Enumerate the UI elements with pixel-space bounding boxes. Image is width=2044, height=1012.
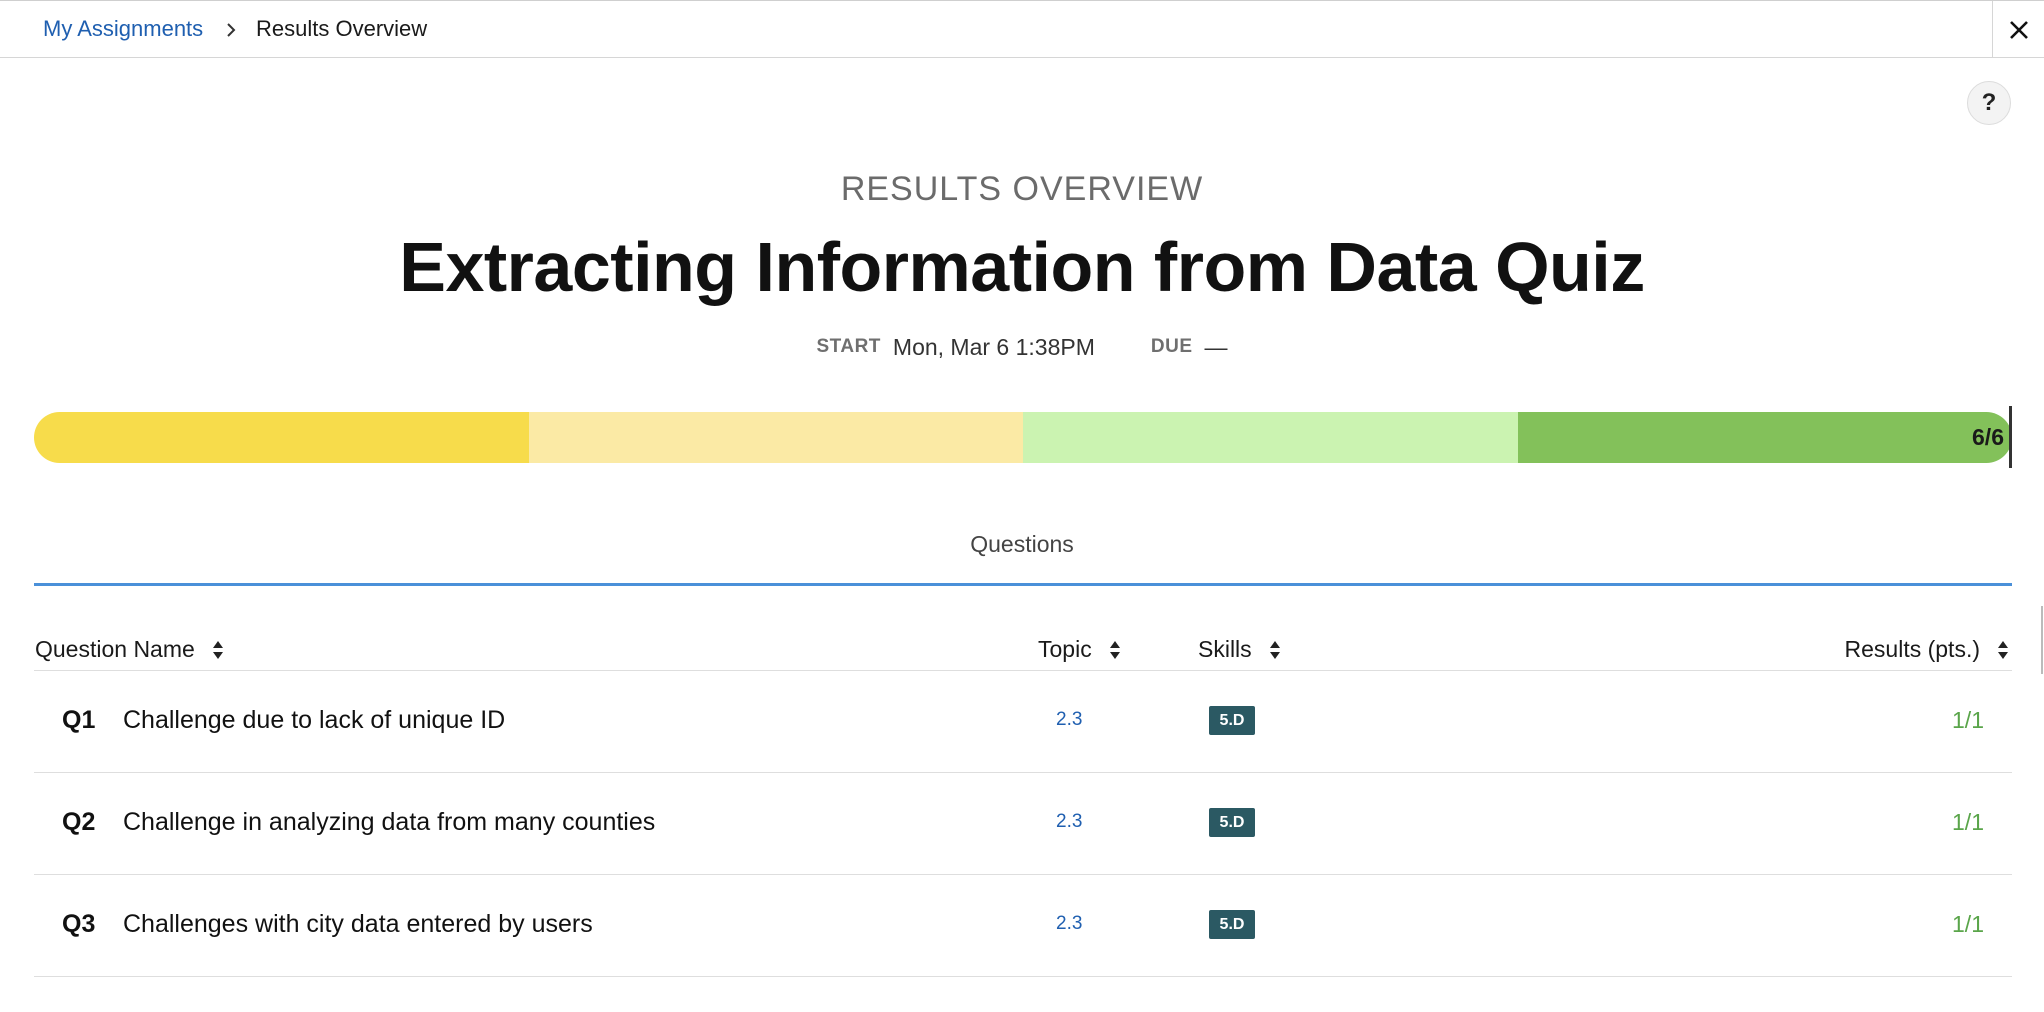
top-bar: My Assignments Results Overview bbox=[0, 0, 2044, 58]
column-label: Question Name bbox=[35, 636, 195, 662]
column-label: Topic bbox=[1038, 636, 1092, 662]
column-label: Results (pts.) bbox=[1844, 636, 1980, 662]
question-result: 1/1 bbox=[1952, 809, 1984, 835]
topic-link[interactable]: 2.3 bbox=[1056, 709, 1082, 731]
sort-icon bbox=[1269, 640, 1280, 659]
start-label: START bbox=[816, 336, 881, 357]
tab-questions[interactable]: Questions bbox=[0, 531, 2044, 558]
topic-link[interactable]: 2.3 bbox=[1056, 913, 1082, 935]
question-number: Q2 bbox=[62, 808, 96, 836]
due-label: DUE bbox=[1150, 336, 1193, 357]
assignment-dates: START Mon, Mar 6 1:38PM DUE — bbox=[0, 332, 2044, 362]
start-value: Mon, Mar 6 1:38PM bbox=[892, 333, 1095, 360]
column-header-topic[interactable]: Topic bbox=[1038, 636, 1122, 663]
close-icon bbox=[2009, 20, 2028, 39]
column-label: Skills bbox=[1198, 636, 1252, 662]
progress-score-label: 6/6 bbox=[1972, 424, 2004, 450]
column-header-skills[interactable]: Skills bbox=[1198, 636, 1282, 663]
skill-badge: 5.D bbox=[1209, 706, 1255, 735]
question-number: Q1 bbox=[62, 706, 96, 734]
question-name: Challenge in analyzing data from many co… bbox=[123, 808, 656, 836]
page-title: Extracting Information from Data Quiz bbox=[399, 228, 1645, 306]
skill-badge: 5.D bbox=[1209, 808, 1255, 837]
topic-link[interactable]: 2.3 bbox=[1056, 811, 1082, 833]
help-button[interactable]: ? bbox=[1967, 81, 2011, 125]
column-header-results[interactable]: Results (pts.) bbox=[1845, 636, 2010, 663]
score-progress-bar bbox=[34, 412, 2012, 463]
progress-segment-4 bbox=[1517, 412, 2012, 463]
progress-segment-1 bbox=[34, 412, 529, 463]
question-result: 1/1 bbox=[1952, 911, 1984, 937]
page-eyebrow: RESULTS OVERVIEW bbox=[840, 170, 1204, 208]
table-row[interactable]: Q2 Challenge in analyzing data from many… bbox=[34, 773, 2012, 875]
scrollbar-thumb[interactable] bbox=[2041, 606, 2043, 674]
chevron-right-icon bbox=[227, 23, 236, 37]
results-overview-page: My Assignments Results Overview ? RESULT… bbox=[0, 0, 2044, 1012]
breadcrumb-current: Results Overview bbox=[256, 16, 428, 41]
breadcrumb-my-assignments[interactable]: My Assignments bbox=[43, 16, 203, 42]
tab-underline bbox=[34, 583, 2012, 586]
due-value: — bbox=[1204, 333, 1228, 360]
question-number: Q3 bbox=[62, 910, 96, 938]
help-icon: ? bbox=[1981, 89, 1997, 116]
question-result: 1/1 bbox=[1952, 707, 1984, 733]
question-name: Challenges with city data entered by use… bbox=[123, 910, 593, 938]
sort-icon bbox=[1998, 640, 2008, 659]
progress-segment-3 bbox=[1023, 412, 1518, 463]
skill-badge: 5.D bbox=[1209, 910, 1255, 939]
question-name: Challenge due to lack of unique ID bbox=[123, 706, 506, 734]
table-row[interactable]: Q1 Challenge due to lack of unique ID 2.… bbox=[34, 671, 2012, 773]
close-button[interactable] bbox=[1992, 1, 2044, 58]
sort-icon bbox=[1109, 640, 1120, 659]
table-row[interactable]: Q3 Challenges with city data entered by … bbox=[34, 875, 2012, 977]
sort-icon bbox=[212, 640, 223, 659]
progress-end-marker bbox=[2009, 406, 2012, 468]
progress-segment-2 bbox=[528, 412, 1023, 463]
column-header-question-name[interactable]: Question Name bbox=[35, 636, 225, 663]
